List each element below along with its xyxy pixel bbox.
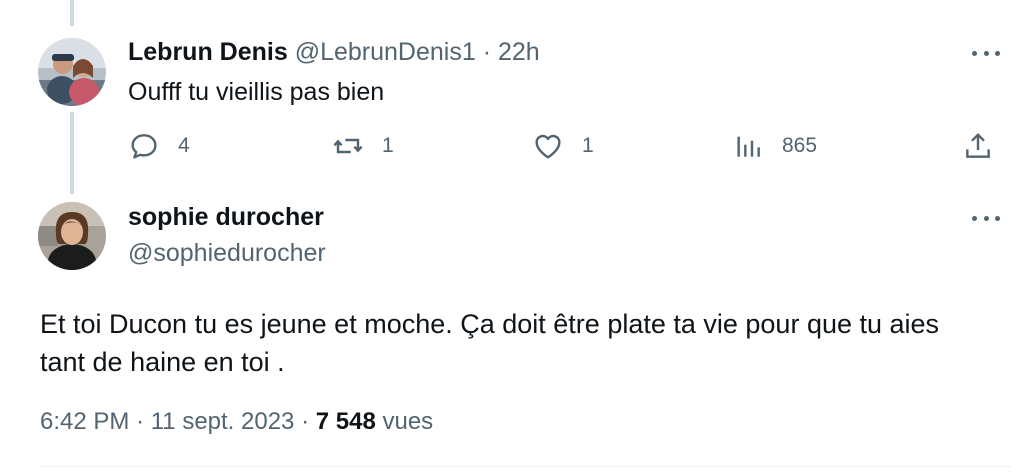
like-button[interactable]: 1	[532, 130, 594, 162]
tweet-text: Et toi Ducon tu es jeune et moche. Ça do…	[40, 305, 1010, 381]
reply-action-bar: 4 1 1 865	[0, 130, 1032, 164]
tweet-author-avatar[interactable]	[38, 202, 106, 270]
like-count: 1	[582, 134, 594, 157]
share-upload-icon	[966, 132, 990, 158]
reply-text: Oufff tu vieillis pas bien	[128, 78, 385, 106]
tweet-author-name[interactable]: sophie durocher	[128, 203, 324, 232]
tweet-time[interactable]: 6:42 PM	[40, 408, 129, 435]
tweet-text-line-2: tant de haine en toi .	[40, 347, 285, 377]
tweet-date[interactable]: 11 sept. 2023	[151, 408, 295, 435]
divider	[40, 466, 1012, 467]
reply-author-handle[interactable]: @LebrunDenis1	[295, 38, 476, 66]
reply-author-avatar[interactable]	[38, 38, 106, 106]
tweet-views-count: 7 548	[315, 408, 376, 435]
views-count: 865	[782, 134, 818, 157]
reply-count: 4	[178, 134, 190, 157]
tweet-avatar-image	[38, 202, 106, 270]
views-button[interactable]: 865	[732, 130, 817, 162]
tweet-author-handle[interactable]: @sophiedurocher	[128, 239, 326, 268]
reply-separator: ·	[482, 38, 492, 66]
more-dots-icon	[972, 215, 977, 221]
reply-header: Lebrun Denis @LebrunDenis1 · 22h	[128, 38, 540, 67]
thread-line-top	[70, 0, 74, 26]
reply-author-name[interactable]: Lebrun Denis	[128, 38, 288, 66]
more-dots-icon	[972, 50, 977, 56]
repost-arrows-icon	[333, 138, 363, 154]
heart-icon	[535, 134, 561, 159]
tweet-meta: 6:42 PM · 11 sept. 2023 · 7 548 vues	[40, 408, 433, 436]
repost-button[interactable]: 1	[332, 130, 394, 162]
reply-button[interactable]: 4	[128, 130, 190, 162]
repost-count: 1	[382, 134, 394, 157]
share-button[interactable]	[962, 130, 994, 162]
meta-separator: ·	[301, 408, 310, 435]
tweet-more-button[interactable]	[972, 208, 1000, 228]
reply-timestamp[interactable]: 22h	[498, 38, 540, 66]
reply-more-button[interactable]	[972, 43, 1000, 63]
reply-avatar-image	[38, 38, 106, 106]
meta-separator: ·	[136, 408, 145, 435]
bar-chart-icon	[737, 136, 760, 157]
speech-bubble-icon	[131, 134, 157, 159]
tweet-views-label: vues	[382, 408, 434, 435]
tweet-text-line-1: Et toi Ducon tu es jeune et moche. Ça do…	[40, 309, 940, 339]
